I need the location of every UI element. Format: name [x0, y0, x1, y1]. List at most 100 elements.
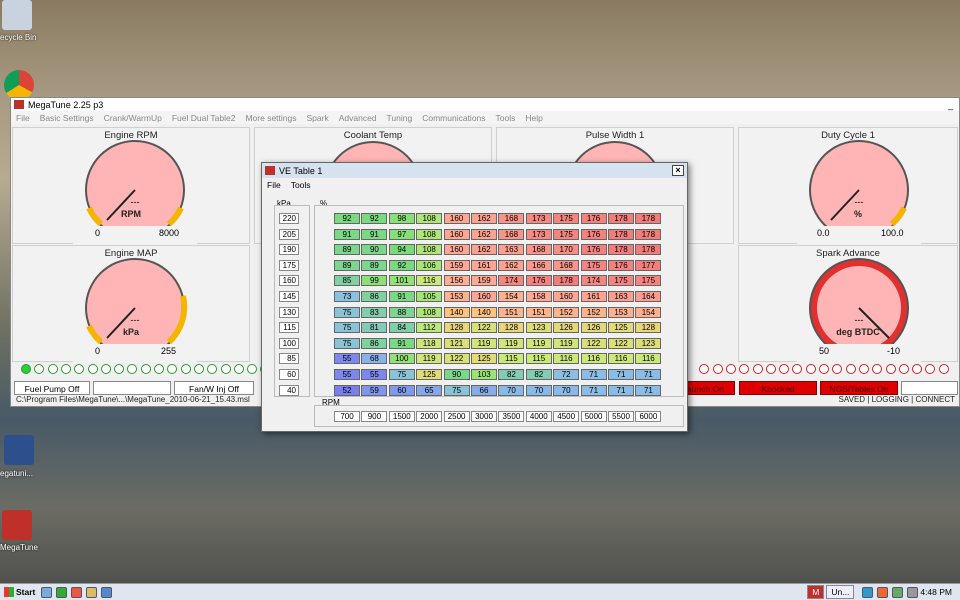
megatune-app-icon[interactable]: [2, 510, 32, 540]
kpa-bin-cell[interactable]: 190: [279, 244, 299, 256]
ve-cell[interactable]: 65: [416, 384, 443, 396]
ve-cell[interactable]: 52: [334, 384, 360, 396]
ve-cell[interactable]: 125: [416, 369, 443, 380]
ve-cell[interactable]: 90: [443, 369, 470, 380]
task-untitled[interactable]: Un...: [826, 585, 855, 599]
ve-cell[interactable]: 122: [443, 353, 470, 365]
ve-cell[interactable]: 71: [580, 384, 607, 396]
kpa-bin-cell[interactable]: 160: [279, 275, 299, 287]
ve-cell[interactable]: 70: [525, 384, 552, 396]
ve-cell[interactable]: 91: [388, 291, 415, 302]
ve-cell[interactable]: 160: [471, 291, 497, 302]
ve-cell[interactable]: 115: [525, 353, 552, 365]
ve-cell[interactable]: 55: [334, 353, 360, 365]
ve-cell[interactable]: 103: [471, 369, 497, 380]
ve-cell[interactable]: 98: [388, 213, 415, 224]
ve-menu-tools[interactable]: Tools: [286, 180, 316, 190]
rpm-bin-cell[interactable]: 4500: [553, 411, 580, 422]
tray-icon-1[interactable]: [862, 586, 874, 598]
quicklaunch-media-icon[interactable]: [101, 586, 113, 598]
ve-cell[interactable]: 175: [553, 228, 580, 240]
ve-cell[interactable]: 92: [361, 213, 388, 224]
ve-cell[interactable]: 88: [388, 306, 415, 318]
rpm-bin-cell[interactable]: 2500: [443, 411, 470, 422]
menu-file[interactable]: File: [11, 113, 35, 123]
ve-cell[interactable]: 159: [471, 275, 497, 287]
ve-cell[interactable]: 82: [498, 369, 525, 380]
menu-tools[interactable]: Tools: [491, 113, 521, 123]
ve-cell[interactable]: 119: [416, 353, 443, 365]
ve-cell[interactable]: 119: [471, 337, 497, 349]
ve-cell[interactable]: 108: [416, 228, 443, 240]
ve-cell[interactable]: 178: [635, 228, 662, 240]
ve-cell[interactable]: 178: [553, 275, 580, 287]
ve-cell[interactable]: 168: [498, 228, 525, 240]
ve-cell[interactable]: 160: [443, 213, 470, 224]
ve-cell[interactable]: 175: [553, 213, 580, 224]
ve-cell[interactable]: 118: [416, 337, 443, 349]
ve-cell[interactable]: 71: [635, 369, 662, 380]
ve-cell[interactable]: 75: [334, 306, 360, 318]
ve-cell[interactable]: 108: [416, 213, 443, 224]
ve-cell[interactable]: 162: [471, 228, 497, 240]
ve-cell[interactable]: 82: [525, 369, 552, 380]
ve-cell[interactable]: 75: [443, 384, 470, 396]
ve-cell[interactable]: 97: [388, 228, 415, 240]
ve-cell[interactable]: 75: [334, 322, 360, 334]
status-blank[interactable]: [93, 381, 171, 395]
ve-cell[interactable]: 85: [334, 275, 360, 287]
ve-cell[interactable]: 160: [553, 291, 580, 302]
status-knocked[interactable]: Knocked: [739, 381, 817, 395]
kpa-bin-cell[interactable]: 175: [279, 259, 299, 271]
kpa-bin-cell[interactable]: 40: [279, 384, 299, 396]
ve-cell[interactable]: 152: [553, 306, 580, 318]
ve-cell[interactable]: 154: [498, 291, 525, 302]
ve-cell[interactable]: 176: [608, 259, 634, 271]
menu-communications[interactable]: Communications: [417, 113, 490, 123]
kpa-bin-cell[interactable]: 100: [279, 337, 299, 349]
recycle-bin-icon[interactable]: [2, 0, 32, 30]
ve-cell[interactable]: 162: [471, 213, 497, 224]
status-nos-tables[interactable]: NOS/Tables On: [820, 381, 898, 395]
status-blank-right[interactable]: [901, 381, 958, 395]
ve-cell[interactable]: 173: [525, 228, 552, 240]
ve-cell[interactable]: 70: [498, 384, 525, 396]
ve-cell[interactable]: 140: [471, 306, 497, 318]
ve-cell[interactable]: 161: [580, 291, 607, 302]
chrome-icon[interactable]: [4, 70, 34, 100]
ve-cell[interactable]: 68: [361, 353, 388, 365]
quicklaunch-p-icon[interactable]: [56, 586, 68, 598]
ve-cell[interactable]: 178: [608, 228, 634, 240]
ve-cell[interactable]: 106: [416, 259, 443, 271]
tray-icon-2[interactable]: [877, 586, 889, 598]
ve-cell[interactable]: 94: [388, 244, 415, 256]
menu-spark[interactable]: Spark: [302, 113, 334, 123]
ve-cell[interactable]: 176: [525, 275, 552, 287]
ve-cell[interactable]: 173: [525, 213, 552, 224]
task-megatune[interactable]: M: [807, 585, 825, 599]
ve-menu-file[interactable]: File: [262, 180, 286, 190]
ve-cell[interactable]: 158: [525, 291, 552, 302]
ve-cell[interactable]: 55: [361, 369, 388, 380]
ve-cell[interactable]: 175: [608, 275, 634, 287]
kpa-bin-cell[interactable]: 145: [279, 291, 299, 302]
kpa-bin-cell[interactable]: 130: [279, 306, 299, 318]
ve-cell[interactable]: 112: [416, 322, 443, 334]
ve-cell[interactable]: 72: [553, 369, 580, 380]
ve-cell[interactable]: 71: [608, 369, 634, 380]
rpm-bin-cell[interactable]: 700: [334, 411, 360, 422]
ve-cell[interactable]: 176: [580, 244, 607, 256]
kpa-bin-cell[interactable]: 60: [279, 369, 299, 380]
ve-cell[interactable]: 121: [443, 337, 470, 349]
ve-cell[interactable]: 126: [580, 322, 607, 334]
ve-cell[interactable]: 176: [580, 213, 607, 224]
menu-tuning[interactable]: Tuning: [382, 113, 418, 123]
quicklaunch-folder-icon[interactable]: [41, 586, 53, 598]
ve-cell[interactable]: 164: [635, 291, 662, 302]
ve-cell[interactable]: 90: [361, 244, 388, 256]
rpm-bin-cell[interactable]: 6000: [635, 411, 662, 422]
ve-cell[interactable]: 168: [498, 213, 525, 224]
ve-cell[interactable]: 176: [580, 228, 607, 240]
ve-cell[interactable]: 128: [635, 322, 662, 334]
ve-cell[interactable]: 108: [416, 244, 443, 256]
